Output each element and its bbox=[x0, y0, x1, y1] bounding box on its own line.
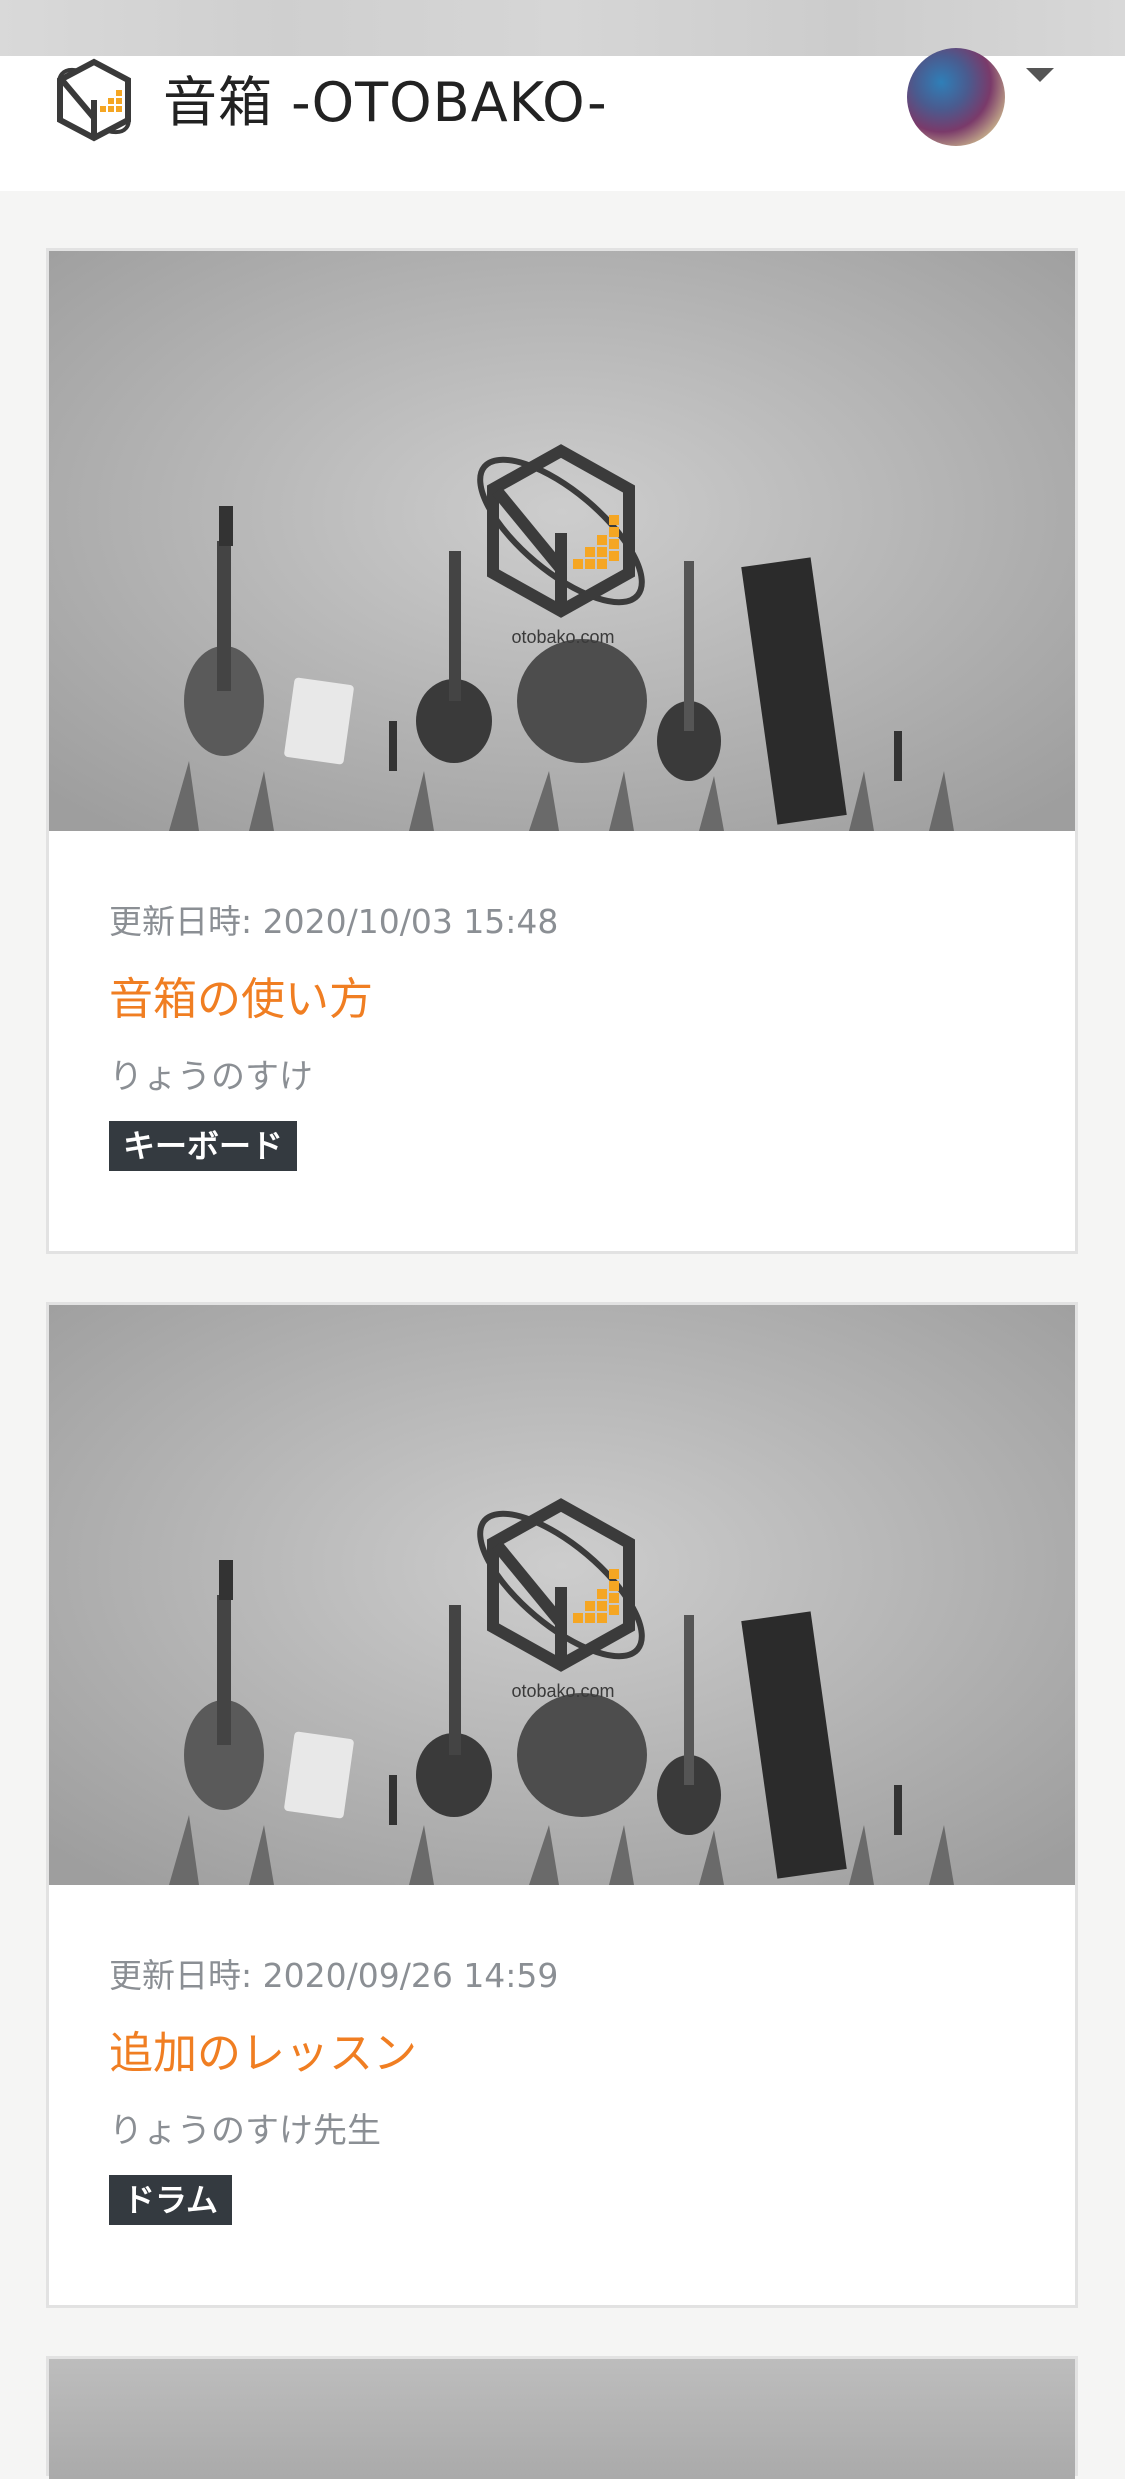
chevron-down-icon[interactable] bbox=[1024, 66, 1056, 86]
lesson-card[interactable] bbox=[46, 2356, 1078, 2479]
user-avatar[interactable] bbox=[907, 48, 1005, 146]
lesson-card[interactable]: otobako.com 更新日時: 2020/09/26 14:59 追加のレッ… bbox=[46, 1302, 1078, 2308]
author-name: りょうのすけ先生 bbox=[109, 2111, 381, 2151]
lesson-card[interactable]: otobako.com 更新日時: 2020/10/03 15:48 音箱の使い… bbox=[46, 248, 1078, 1254]
image-brand-text: otobako.com bbox=[511, 1681, 614, 1701]
image-brand-text: otobako.com bbox=[511, 627, 614, 647]
lesson-title[interactable]: 追加のレッスン bbox=[109, 2017, 417, 2081]
app-header: 音箱 -OTOBAKO- bbox=[0, 48, 1125, 191]
lesson-card-image[interactable]: otobako.com bbox=[49, 1305, 1075, 1885]
lesson-title[interactable]: 音箱の使い方 bbox=[109, 963, 373, 1027]
updated-at: 更新日時: 2020/09/26 14:59 bbox=[109, 1956, 559, 1995]
lesson-card-image[interactable]: otobako.com bbox=[49, 251, 1075, 831]
lesson-card-image[interactable] bbox=[49, 2359, 1075, 2479]
category-tag[interactable]: ドラム bbox=[109, 2175, 233, 2225]
updated-at: 更新日時: 2020/10/03 15:48 bbox=[109, 902, 559, 941]
app-title[interactable]: 音箱 -OTOBAKO- bbox=[163, 58, 608, 148]
author-name: りょうのすけ bbox=[109, 1057, 313, 1097]
otobako-logo-icon[interactable] bbox=[48, 56, 140, 146]
category-tag[interactable]: キーボード bbox=[109, 1121, 298, 1171]
